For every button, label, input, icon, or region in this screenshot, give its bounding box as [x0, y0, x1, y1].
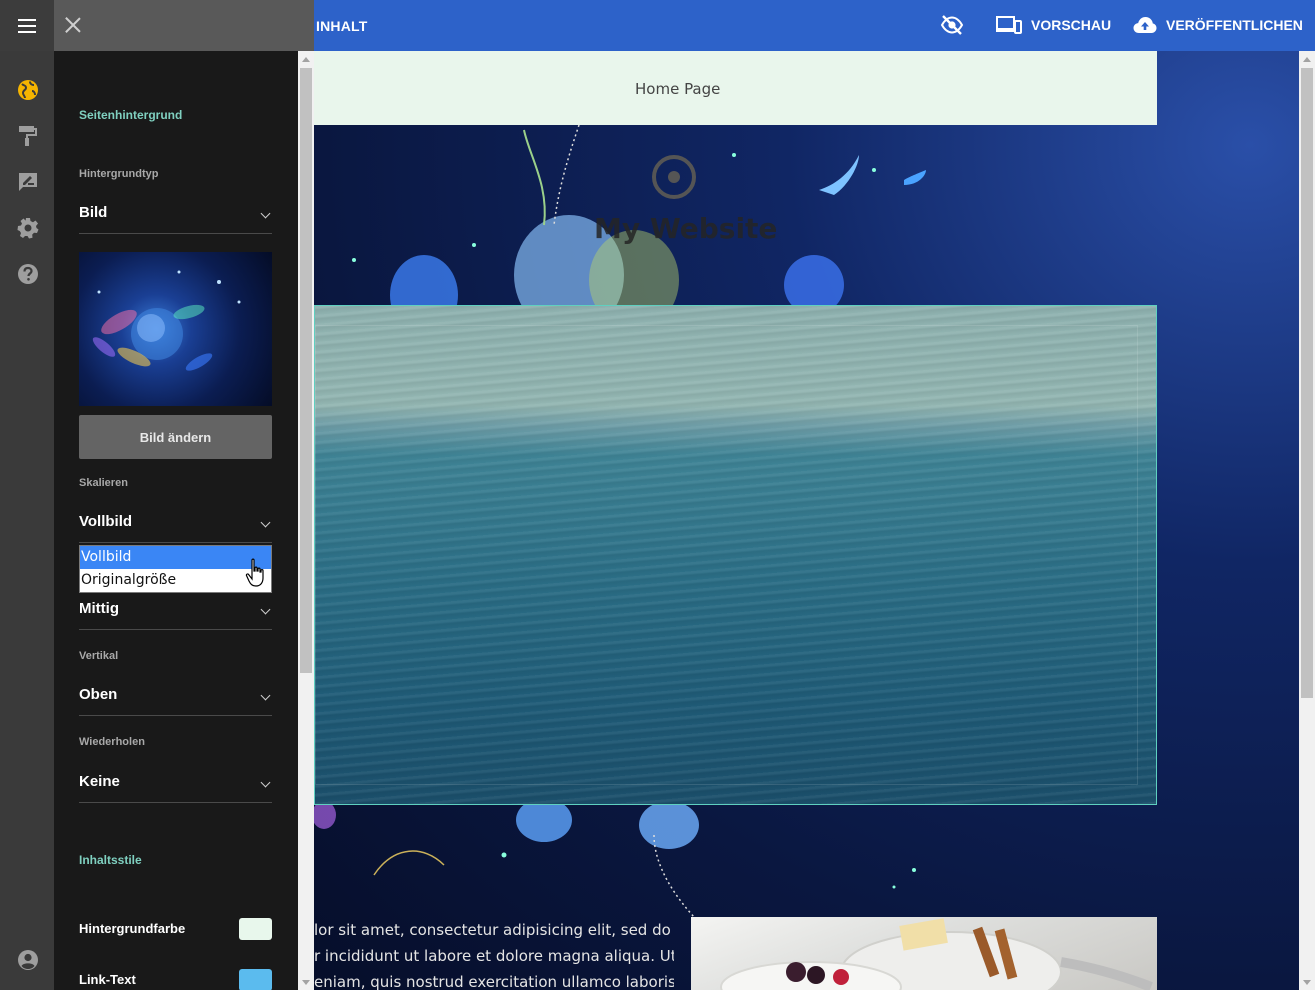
hero-image-frame [315, 325, 1138, 785]
scroll-down-arrow-icon[interactable] [302, 980, 310, 985]
feedback-icon[interactable] [17, 171, 39, 193]
vertical-position-select[interactable]: Oben [79, 686, 272, 716]
scale-label: Skalieren [79, 477, 128, 489]
icon-rail [0, 51, 54, 990]
paint-roller-icon[interactable] [17, 125, 39, 147]
link-text-color-label: Link-Text [79, 972, 136, 987]
chevron-down-icon [260, 517, 271, 528]
decorative-background-art-lower [314, 805, 916, 917]
horizontal-position-select[interactable]: Mittig [79, 600, 272, 630]
section-content-styles-title: Inhaltsstile [79, 853, 142, 867]
globe-icon[interactable] [17, 79, 39, 101]
vertical-position-value: Oben [79, 686, 118, 703]
chevron-down-icon [260, 777, 271, 788]
repeat-label: Wiederholen [79, 736, 145, 748]
horizontal-position-value: Mittig [79, 600, 119, 617]
preview-button[interactable]: VORSCHAU [996, 12, 1111, 38]
settings-panel: Seitenhintergrund Hintergrundtyp Bild Bi… [54, 51, 298, 990]
hand-pointer-icon [245, 558, 264, 587]
vertical-label: Vertikal [79, 650, 119, 662]
body-text-line: r incididunt ut labore et dolore magna a… [314, 947, 674, 965]
body-text-line: lor sit amet, consectetur adipisicing el… [314, 921, 671, 939]
repeat-select[interactable]: Keine [79, 773, 272, 803]
dropdown-option-fullscreen[interactable]: Vollbild [80, 546, 271, 569]
scroll-up-arrow-icon[interactable] [302, 57, 310, 62]
page-scrollbar[interactable] [1299, 51, 1315, 990]
scroll-up-arrow-icon[interactable] [1303, 57, 1311, 62]
background-type-label: Hintergrundtyp [79, 168, 159, 180]
close-panel-button[interactable] [62, 14, 84, 36]
help-icon[interactable] [17, 263, 39, 285]
body-paragraph: lor sit amet, consectetur adipisicing el… [314, 917, 674, 990]
menu-button[interactable] [0, 0, 54, 51]
background-type-value: Bild [79, 204, 108, 221]
body-text-line: eniam, quis nostrud exercitation ullamco… [314, 973, 674, 990]
link-text-color-row: Link-Text [79, 969, 272, 990]
chevron-down-icon [260, 208, 271, 219]
nav-home-page-link[interactable]: Home Page [635, 80, 720, 98]
section-background-title: Seitenhintergrund [79, 108, 183, 122]
top-bar: INHALT VORSCHAU VERÖFFENTLICHEN [0, 0, 1315, 51]
hamburger-icon [18, 18, 36, 33]
account-icon[interactable] [17, 949, 39, 971]
site-navigation: Home Page [314, 51, 1157, 125]
scroll-down-arrow-icon[interactable] [1303, 980, 1311, 985]
background-color-swatch[interactable] [239, 918, 272, 940]
gear-icon[interactable] [17, 217, 39, 239]
background-color-row: Hintergrundfarbe [79, 918, 272, 940]
site-title[interactable]: My Website [594, 212, 777, 245]
chevron-down-icon [260, 690, 271, 701]
dropdown-option-original-size[interactable]: Originalgröße [80, 569, 271, 592]
hide-visibility-icon[interactable] [940, 13, 964, 37]
panel-scrollbar-thumb[interactable] [300, 68, 312, 673]
hero-image-ocean[interactable] [314, 305, 1157, 805]
website-preview: Home Page My Website lor sit amet, conse… [314, 51, 1299, 990]
publish-button[interactable]: VERÖFFENTLICHEN [1133, 12, 1303, 38]
scale-dropdown-list: Vollbild Originalgröße [79, 545, 272, 593]
content-tab[interactable]: INHALT [316, 18, 368, 34]
chevron-down-icon [260, 604, 271, 615]
dessert-image[interactable] [691, 917, 1157, 990]
cloud-upload-icon [1133, 17, 1157, 33]
devices-icon [996, 16, 1022, 34]
change-image-button[interactable]: Bild ändern [79, 415, 272, 459]
scale-select[interactable]: Vollbild [79, 513, 272, 543]
publish-label: VERÖFFENTLICHEN [1166, 17, 1303, 33]
preview-label: VORSCHAU [1031, 17, 1112, 33]
repeat-value: Keine [79, 773, 120, 790]
background-color-label: Hintergrundfarbe [79, 921, 186, 936]
background-image-thumbnail [79, 252, 272, 406]
scale-value: Vollbild [79, 513, 133, 530]
page-scrollbar-thumb[interactable] [1301, 68, 1313, 698]
background-type-select[interactable]: Bild [79, 204, 272, 234]
link-text-color-swatch[interactable] [239, 969, 272, 990]
panel-scrollbar[interactable] [298, 51, 314, 990]
